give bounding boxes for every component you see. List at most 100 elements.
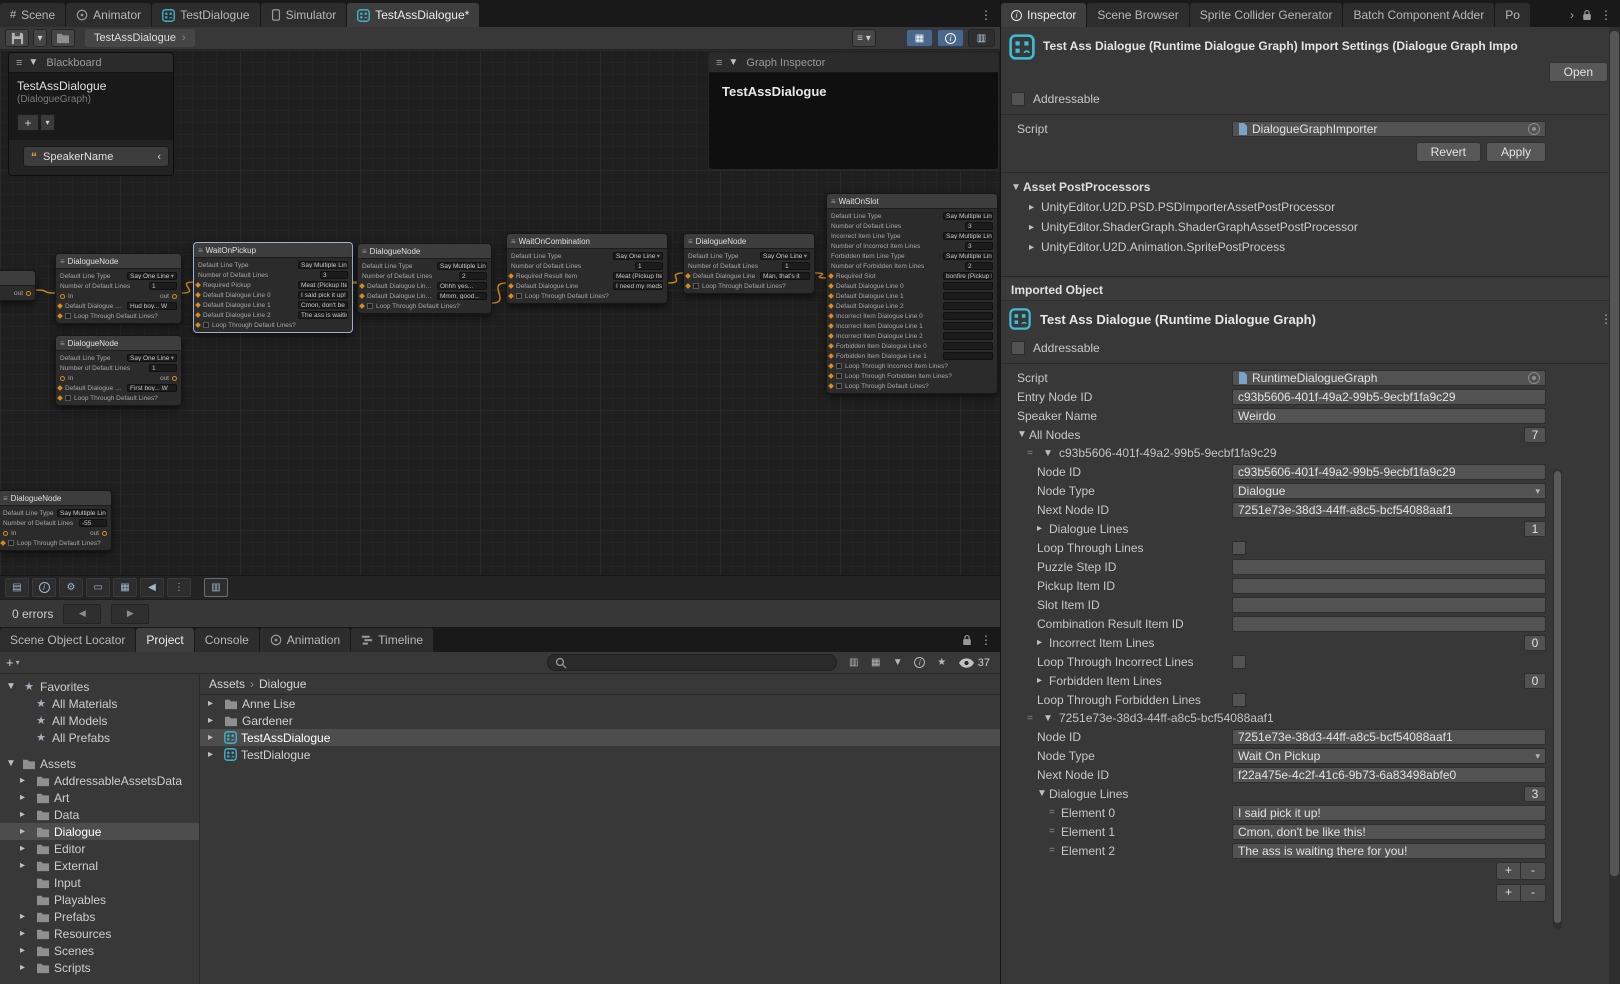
input-port-icon[interactable] xyxy=(828,273,834,279)
port-icon[interactable] xyxy=(508,293,514,299)
foldout-arrow-icon[interactable]: ▸ xyxy=(208,698,220,709)
foldout-arrow-icon[interactable]: ▸ xyxy=(20,809,32,820)
node-row-incorrect-item-dialogue-line-0[interactable]: Incorrect Item Dialogue Line 0 xyxy=(827,311,997,321)
graph-node-dialoguenode[interactable]: ≡DialogueNodeDefault Line TypeSay One Li… xyxy=(55,253,182,324)
breadcrumb-dialogue[interactable]: Dialogue xyxy=(259,677,306,691)
node-row-default-line-type[interactable]: Default Line TypeSay Multiple Lines xyxy=(827,211,997,221)
dropdown-field[interactable]: Say Multiple Lines xyxy=(57,509,107,517)
package-icon[interactable]: ▦ xyxy=(865,654,887,672)
input-port-icon[interactable] xyxy=(508,273,514,279)
folder-item-editor[interactable]: ▸Editor xyxy=(0,840,199,857)
object-field[interactable]: Meat (Pickup Item Data) xyxy=(298,281,348,289)
collapse-icon[interactable]: ▼ xyxy=(728,57,740,68)
text-field[interactable]: Cmon, don't be like this! xyxy=(298,301,348,309)
node-row-number-of-default-lines[interactable]: Number of Default Lines1 xyxy=(56,281,181,291)
port-icon[interactable] xyxy=(828,333,834,339)
lock-icon[interactable] xyxy=(962,634,972,646)
checkbox[interactable] xyxy=(836,383,842,389)
foldout-arrow-icon[interactable]: ▸ xyxy=(20,928,32,939)
add-property-button[interactable]: + xyxy=(17,114,39,131)
previous-error-button[interactable]: ◀ xyxy=(63,604,101,624)
blackboard-header[interactable]: ≡ ▼ Blackboard xyxy=(9,53,173,73)
node-row-default-dialogue-line-2[interactable]: Default Dialogue Line 2 xyxy=(827,301,997,311)
drag-handle-icon[interactable]: = xyxy=(1049,807,1061,818)
node-row-default-dialogue-line[interactable]: Default Dialogue LineI need my meds! xyxy=(507,281,667,291)
remove-element-button[interactable]: - xyxy=(1521,863,1545,879)
port-icon[interactable] xyxy=(828,373,834,379)
number-field[interactable]: 2 xyxy=(965,262,993,270)
text-field[interactable] xyxy=(1232,559,1546,575)
view-options-button[interactable]: ≡ ▾ xyxy=(852,29,876,47)
text-field[interactable]: I need my meds! xyxy=(613,282,663,290)
save-button[interactable] xyxy=(5,29,29,47)
port-icon[interactable] xyxy=(685,273,691,279)
node-row-default-dialogue-line[interactable]: Default Dialogue LineFirst boy... W xyxy=(56,383,181,393)
favorite-item-all-prefabs[interactable]: ★All Prefabs xyxy=(0,729,199,746)
node-row-default-line-type[interactable]: Default Line TypeSay Multiple Lines xyxy=(358,261,491,271)
output-port-icon[interactable] xyxy=(172,376,177,381)
node-row-number-of-default-lines[interactable]: Number of Default Lines1 xyxy=(56,363,181,373)
node-row-ports[interactable]: Inout xyxy=(56,291,181,301)
postprocessor-item[interactable]: ▸UnityEditor.ShaderGraph.ShaderGraphAsse… xyxy=(1001,217,1620,237)
checkbox[interactable] xyxy=(516,293,522,299)
tools-toggle[interactable]: ⚙ xyxy=(59,578,83,597)
addressable-checkbox[interactable] xyxy=(1011,92,1025,106)
node-row-ports[interactable]: out xyxy=(0,288,35,298)
speaker-name-field[interactable]: Weirdo xyxy=(1232,408,1546,424)
layout-columns-icon[interactable]: ▥ xyxy=(843,654,865,672)
audio-toggle[interactable]: ◀ xyxy=(140,578,164,597)
node-row-forbidden-item-dialogue-line-1[interactable]: Forbidden Item Dialogue Line 1 xyxy=(827,351,997,361)
text-field[interactable]: First boy... W xyxy=(127,384,177,392)
graph-node-rtnode[interactable]: ≡rtNode out xyxy=(0,270,36,301)
node-header[interactable]: ≡rtNode xyxy=(0,271,35,286)
foldout-arrow-icon[interactable]: ▼ xyxy=(1037,788,1049,799)
node-row-incorrect-item-dialogue-line-2[interactable]: Incorrect Item Dialogue Line 2 xyxy=(827,331,997,341)
node-row-number-of-default-lines[interactable]: Number of Default Lines3 xyxy=(827,221,997,231)
foldout-arrow-icon[interactable]: ▸ xyxy=(1029,202,1041,213)
port-icon[interactable] xyxy=(828,313,834,319)
node-row-loop-through-default-lines[interactable]: Loop Through Default Lines? xyxy=(56,393,181,403)
node-row-default-line-type[interactable]: Default Line TypeSay Multiple Lines xyxy=(0,508,111,518)
checkbox[interactable] xyxy=(65,395,71,401)
checkbox[interactable] xyxy=(693,283,699,289)
node-row-default-line-type[interactable]: Default Line TypeSay One Line xyxy=(684,251,814,261)
drag-handle-icon[interactable]: = xyxy=(1027,448,1039,459)
add-property-dropdown[interactable]: ▾ xyxy=(40,114,55,131)
entry-node-id-field[interactable]: c93b5606-401f-49a2-99b5-9ecbf1fa9c29 xyxy=(1232,389,1546,405)
node-row-loop-through-default-lines[interactable]: Loop Through Default Lines? xyxy=(684,281,814,291)
dropdown-field[interactable]: Say Multiple Lines xyxy=(943,212,993,220)
text-field[interactable] xyxy=(943,292,993,300)
apply-button[interactable]: Apply xyxy=(1486,142,1546,162)
node-row-forbidden-item-line-type[interactable]: Forbidden Item Line TypeSay Multiple Lin… xyxy=(827,251,997,261)
port-icon[interactable] xyxy=(828,303,834,309)
favorite-item-all-models[interactable]: ★All Models xyxy=(0,712,199,729)
folder-item-resources[interactable]: ▸Resources xyxy=(0,925,199,942)
output-port-icon[interactable] xyxy=(26,291,31,296)
node-row-ports[interactable]: Inout xyxy=(56,373,181,383)
port-icon[interactable] xyxy=(359,303,365,309)
node-row-required-pickup[interactable]: Required PickupMeat (Pickup Item Data) xyxy=(194,280,352,290)
text-field[interactable]: Man, that's it xyxy=(760,272,810,280)
checkbox[interactable] xyxy=(836,373,842,379)
node-header[interactable]: ≡WaitOnPickup xyxy=(194,243,352,258)
grid-toggle[interactable]: ▦ xyxy=(113,578,137,597)
open-button[interactable]: Open xyxy=(1549,62,1608,82)
port-icon[interactable] xyxy=(359,293,365,299)
node-header[interactable]: ≡DialogueNode xyxy=(56,336,181,351)
drag-handle-icon[interactable]: = xyxy=(1049,845,1061,856)
foldout-arrow-icon[interactable]: ▸ xyxy=(1029,222,1041,233)
property-checkbox[interactable] xyxy=(1232,693,1246,707)
count-field[interactable]: 1 xyxy=(1524,521,1546,537)
node-header[interactable]: ≡DialogueNode xyxy=(0,491,111,506)
foldout-arrow-icon[interactable]: ▸ xyxy=(1037,523,1049,534)
foldout-arrow-icon[interactable]: ▸ xyxy=(20,911,32,922)
node-row-number-of-incorrect-item-lines[interactable]: Number of Incorrect Item Lines3 xyxy=(827,241,997,251)
window-toggle[interactable]: ▭ xyxy=(86,578,110,597)
inspector-menu-icon[interactable]: ⋮ xyxy=(1600,8,1612,22)
node-row-number-of-default-lines[interactable]: Number of Default Lines1 xyxy=(684,261,814,271)
drag-handle-icon[interactable]: = xyxy=(1027,713,1039,724)
file-item-anne-lise[interactable]: ▸Anne Lise xyxy=(200,695,1000,712)
inspector-tab-inspector[interactable]: iInspector xyxy=(1001,3,1086,27)
port-icon[interactable] xyxy=(57,395,63,401)
remove-node-button[interactable]: - xyxy=(1521,885,1545,901)
